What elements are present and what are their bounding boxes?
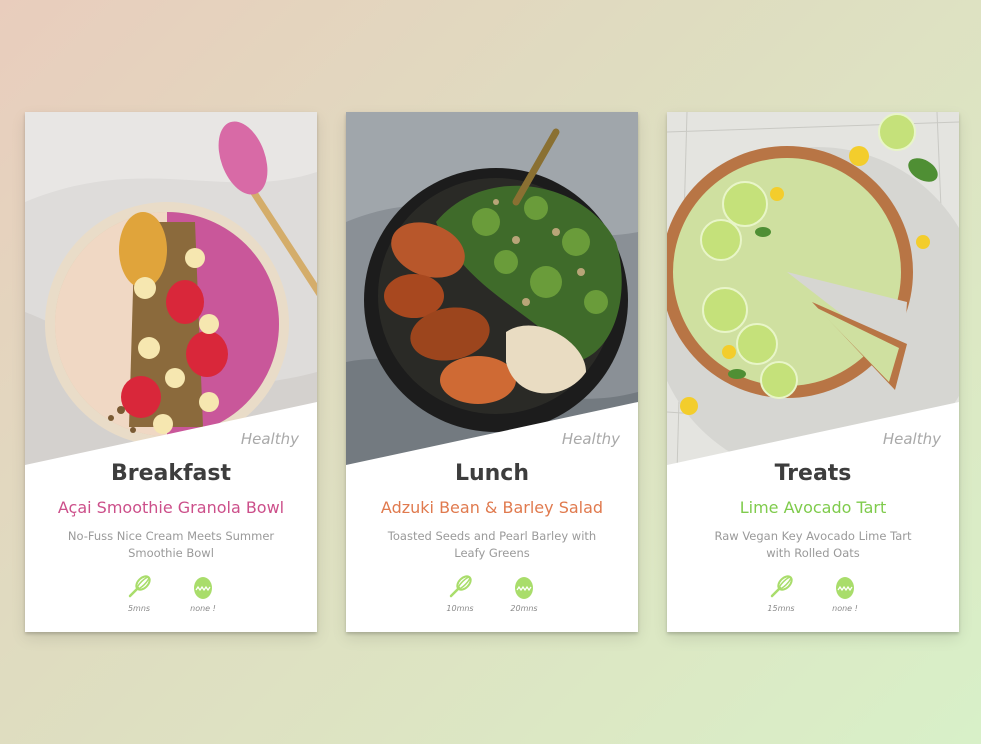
recipe-photo-lime-tart: [667, 112, 959, 472]
recipe-card-treats[interactable]: Healthy Treats Lime Avocado Tart Raw Veg…: [667, 112, 959, 632]
cook-time: none !: [183, 574, 223, 613]
cook-time-value: none !: [190, 604, 216, 613]
prep-time-value: 5mns: [127, 604, 151, 613]
recipe-card-breakfast[interactable]: Healthy Breakfast Açai Smoothie Granola …: [25, 112, 317, 632]
recipe-stats: 15mns none !: [667, 574, 959, 613]
recipe-card-lunch[interactable]: Healthy Lunch Adzuki Bean & Barley Salad…: [346, 112, 638, 632]
category-tag: Healthy: [561, 430, 620, 448]
category-tag: Healthy: [240, 430, 299, 448]
prep-time: 10mns: [440, 574, 480, 613]
recipe-stats: 5mns none !: [25, 574, 317, 613]
recipe-description: Raw Vegan Key Avocado Lime Tart with Rol…: [714, 529, 912, 560]
egg-timer-icon: [194, 577, 212, 599]
recipe-name[interactable]: Lime Avocado Tart: [667, 498, 959, 517]
egg-timer-icon: [836, 577, 854, 599]
prep-time: 15mns: [761, 574, 801, 613]
prep-time-value: 15mns: [767, 604, 795, 613]
meal-title: Breakfast: [110, 461, 232, 486]
prep-time: 5mns: [119, 574, 159, 613]
whisk-icon: [449, 575, 472, 598]
recipe-description: No-Fuss Nice Cream Meets Summer Smoothie…: [67, 529, 275, 560]
cook-time-value: none !: [832, 604, 858, 613]
recipe-photo-acai-bowl: [25, 112, 317, 472]
meal-title: Lunch: [454, 461, 530, 486]
whisk-icon: [128, 575, 151, 598]
recipe-photo-bean-salad: [346, 112, 638, 472]
egg-timer-icon: [515, 577, 533, 599]
cook-time: 20mns: [504, 574, 544, 613]
recipe-stats: 10mns 20mns: [346, 574, 638, 613]
recipe-description: Toasted Seeds and Pearl Barley with Leaf…: [387, 529, 597, 560]
meal-title: Treats: [774, 461, 852, 486]
recipe-name[interactable]: Açai Smoothie Granola Bowl: [25, 498, 317, 517]
prep-time-value: 10mns: [446, 604, 474, 613]
cook-time: none !: [825, 574, 865, 613]
recipe-name[interactable]: Adzuki Bean & Barley Salad: [346, 498, 638, 517]
whisk-icon: [770, 575, 793, 598]
cook-time-value: 20mns: [510, 604, 538, 613]
category-tag: Healthy: [882, 430, 941, 448]
